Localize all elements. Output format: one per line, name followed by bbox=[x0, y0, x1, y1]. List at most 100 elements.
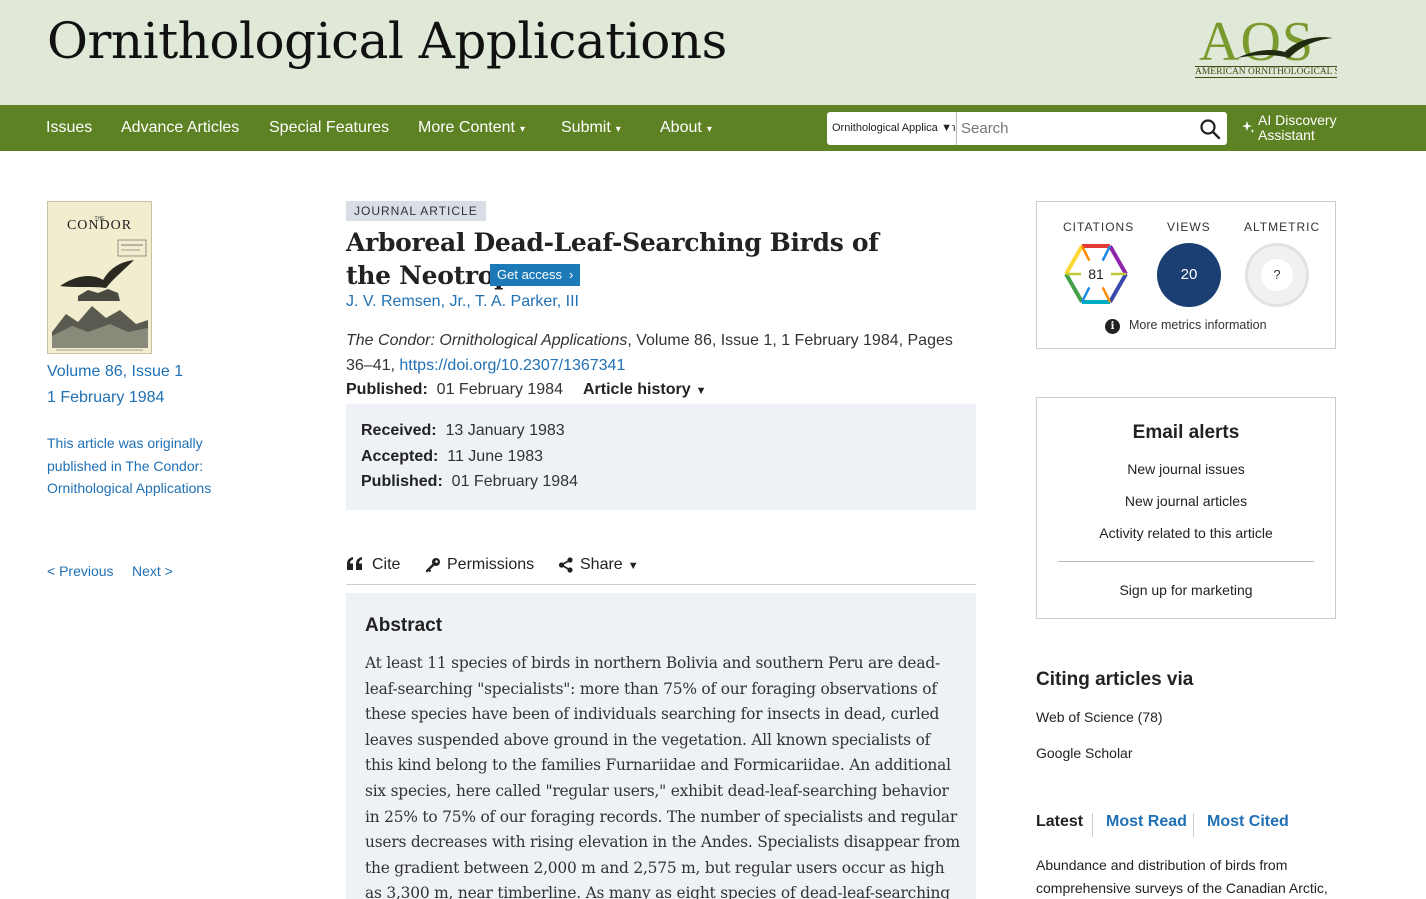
search-icon[interactable] bbox=[1199, 118, 1221, 140]
bird-logo-icon bbox=[1237, 37, 1333, 58]
tab-latest[interactable]: Latest bbox=[1036, 813, 1083, 831]
aos-logo[interactable]: AOS AMERICAN ORNITHOLOGICAL SOCIETY bbox=[1195, 14, 1337, 84]
abstract-section: Abstract At least 11 species of birds in… bbox=[346, 593, 976, 899]
citations-badge[interactable]: 81 bbox=[1062, 242, 1130, 306]
more-metrics-label: More metrics information bbox=[1129, 318, 1267, 332]
nav-submit-label: Submit bbox=[561, 119, 611, 136]
tab-most-read[interactable]: Most Read bbox=[1106, 813, 1187, 831]
info-icon: i bbox=[1105, 319, 1120, 334]
cover-title: CONDOR bbox=[66, 218, 133, 233]
next-article-link[interactable]: Next > bbox=[132, 563, 173, 579]
cite-button[interactable]: Cite bbox=[346, 553, 400, 577]
history-accepted: Accepted: 11 June 1983 bbox=[361, 448, 543, 466]
tab-most-cited[interactable]: Most Cited bbox=[1207, 813, 1289, 831]
history-accepted-value: 11 June 1983 bbox=[447, 448, 544, 465]
history-received: Received: 13 January 1983 bbox=[361, 422, 565, 440]
history-published: Published: 01 February 1984 bbox=[361, 473, 578, 491]
published-date: Published: 01 February 1984 bbox=[346, 381, 563, 399]
chevron-right-icon: › bbox=[569, 267, 574, 282]
chevron-down-icon: ▾ bbox=[706, 124, 712, 135]
altmetric-score: ? bbox=[1261, 259, 1293, 291]
ai-assistant-line1: AI Discovery bbox=[1258, 112, 1337, 128]
citations-label: CITATIONS bbox=[1063, 220, 1135, 234]
nav-special-features[interactable]: Special Features bbox=[269, 105, 389, 151]
published-label: Published: bbox=[346, 381, 428, 398]
volume-issue-link[interactable]: Volume 86, Issue 1 bbox=[47, 363, 183, 381]
citation-info: The Condor: Ornithological Applications,… bbox=[346, 328, 971, 378]
tab-separator bbox=[1193, 813, 1194, 837]
previous-article-link[interactable]: < Previous bbox=[47, 563, 114, 579]
citing-articles-title: Citing articles via bbox=[1036, 669, 1194, 690]
select-caret-icon: ▼ bbox=[938, 112, 952, 145]
email-alerts-panel: Email alerts New journal issues New jour… bbox=[1036, 397, 1336, 619]
email-alerts-title: Email alerts bbox=[1132, 422, 1240, 443]
google-scholar-link[interactable]: Google Scholar bbox=[1036, 745, 1133, 761]
nav-special-features-label: Special Features bbox=[269, 119, 390, 136]
web-of-science-link[interactable]: Web of Science (78) bbox=[1036, 709, 1163, 725]
latest-article-link[interactable]: Abundance and distribution of birds from… bbox=[1036, 854, 1336, 899]
article-type-badge: JOURNAL ARTICLE bbox=[346, 201, 486, 221]
published-value: 01 February 1984 bbox=[436, 381, 563, 398]
article-tools: Cite Permissions Share ▼ bbox=[346, 553, 976, 585]
author-list: J. V. Remsen, Jr., T. A. Parker, III bbox=[346, 293, 579, 311]
chevron-down-icon: ▾ bbox=[615, 124, 621, 135]
share-label: Share bbox=[580, 556, 623, 573]
chevron-down-icon: ▼ bbox=[627, 560, 639, 572]
chevron-down-icon: ▼ bbox=[695, 385, 707, 397]
alert-new-articles-link[interactable]: New journal articles bbox=[1037, 493, 1335, 509]
nav-advance-articles[interactable]: Advance Articles bbox=[121, 105, 239, 151]
original-publication-note[interactable]: This article was originally published in… bbox=[47, 432, 247, 500]
condor-illustration bbox=[52, 239, 148, 351]
alert-new-issues-link[interactable]: New journal issues bbox=[1037, 461, 1335, 477]
nav-about-label: About bbox=[660, 119, 702, 136]
altmetric-badge[interactable]: ? bbox=[1245, 243, 1309, 307]
share-button[interactable]: Share ▼ bbox=[558, 553, 639, 577]
search-scope-select[interactable]: Ornithological Applications ▼ bbox=[827, 112, 957, 145]
cite-label: Cite bbox=[372, 556, 401, 573]
journal-title[interactable]: Ornithological Applications bbox=[47, 12, 727, 70]
site-header: Ornithological Applications AOS AMERICAN… bbox=[0, 0, 1426, 105]
nav-issues[interactable]: Issues bbox=[46, 105, 92, 151]
permissions-button[interactable]: Permissions bbox=[425, 553, 534, 577]
nav-more-content[interactable]: More Content ▾ bbox=[418, 105, 525, 151]
more-metrics-link[interactable]: i More metrics information bbox=[1105, 318, 1267, 334]
doi-link[interactable]: https://doi.org/10.2307/1367341 bbox=[399, 357, 625, 374]
tab-separator bbox=[1092, 813, 1093, 837]
views-badge[interactable]: 20 bbox=[1157, 243, 1221, 307]
key-icon bbox=[425, 558, 440, 573]
permissions-label: Permissions bbox=[447, 556, 535, 573]
aos-logo-name: AMERICAN ORNITHOLOGICAL SOCIETY bbox=[1195, 66, 1337, 78]
marketing-signup-link[interactable]: Sign up for marketing bbox=[1037, 582, 1335, 598]
search-input[interactable] bbox=[958, 112, 1198, 145]
nav-issues-label: Issues bbox=[46, 119, 93, 136]
author-link[interactable]: T. A. Parker, III bbox=[475, 293, 579, 310]
nav-about[interactable]: About ▾ bbox=[660, 105, 712, 151]
author-separator: , bbox=[466, 293, 475, 310]
get-access-label: Get access bbox=[497, 267, 563, 282]
metrics-panel: CITATIONS VIEWS ALTMETRIC 81 20 ? i More… bbox=[1036, 201, 1336, 349]
issue-cover-image[interactable]: THE CONDOR bbox=[47, 201, 152, 354]
alerts-divider bbox=[1058, 561, 1314, 562]
quote-icon bbox=[347, 557, 362, 570]
author-link[interactable]: J. V. Remsen, Jr. bbox=[346, 293, 466, 310]
article-history-toggle[interactable]: Article history ▼ bbox=[583, 381, 706, 399]
get-access-button[interactable]: Get access › bbox=[490, 264, 581, 286]
abstract-text: At least 11 species of birds in northern… bbox=[365, 654, 960, 899]
citations-count: 81 bbox=[1088, 266, 1104, 282]
altmetric-label: ALTMETRIC bbox=[1244, 220, 1321, 234]
history-received-label: Received: bbox=[361, 422, 437, 439]
nav-more-content-label: More Content bbox=[418, 119, 515, 136]
nav-submit[interactable]: Submit ▾ bbox=[561, 105, 621, 151]
history-accepted-label: Accepted: bbox=[361, 448, 439, 465]
share-icon bbox=[558, 557, 573, 573]
journal-name: The Condor: Ornithological Applications bbox=[346, 332, 628, 349]
chevron-down-icon: ▾ bbox=[519, 124, 525, 135]
article-history-label: Article history bbox=[583, 381, 691, 398]
article-title: Arboreal Dead-Leaf-Searching Birds of th… bbox=[346, 228, 879, 290]
ai-assistant-line2: Assistant bbox=[1258, 127, 1315, 143]
ai-discovery-assistant-button[interactable]: AI Discovery Assistant bbox=[1241, 111, 1351, 145]
sparkle-icon bbox=[1242, 121, 1255, 133]
alert-activity-link[interactable]: Activity related to this article bbox=[1037, 525, 1335, 541]
history-received-value: 13 January 1983 bbox=[445, 422, 565, 439]
issue-date-link[interactable]: 1 February 1984 bbox=[47, 389, 164, 407]
